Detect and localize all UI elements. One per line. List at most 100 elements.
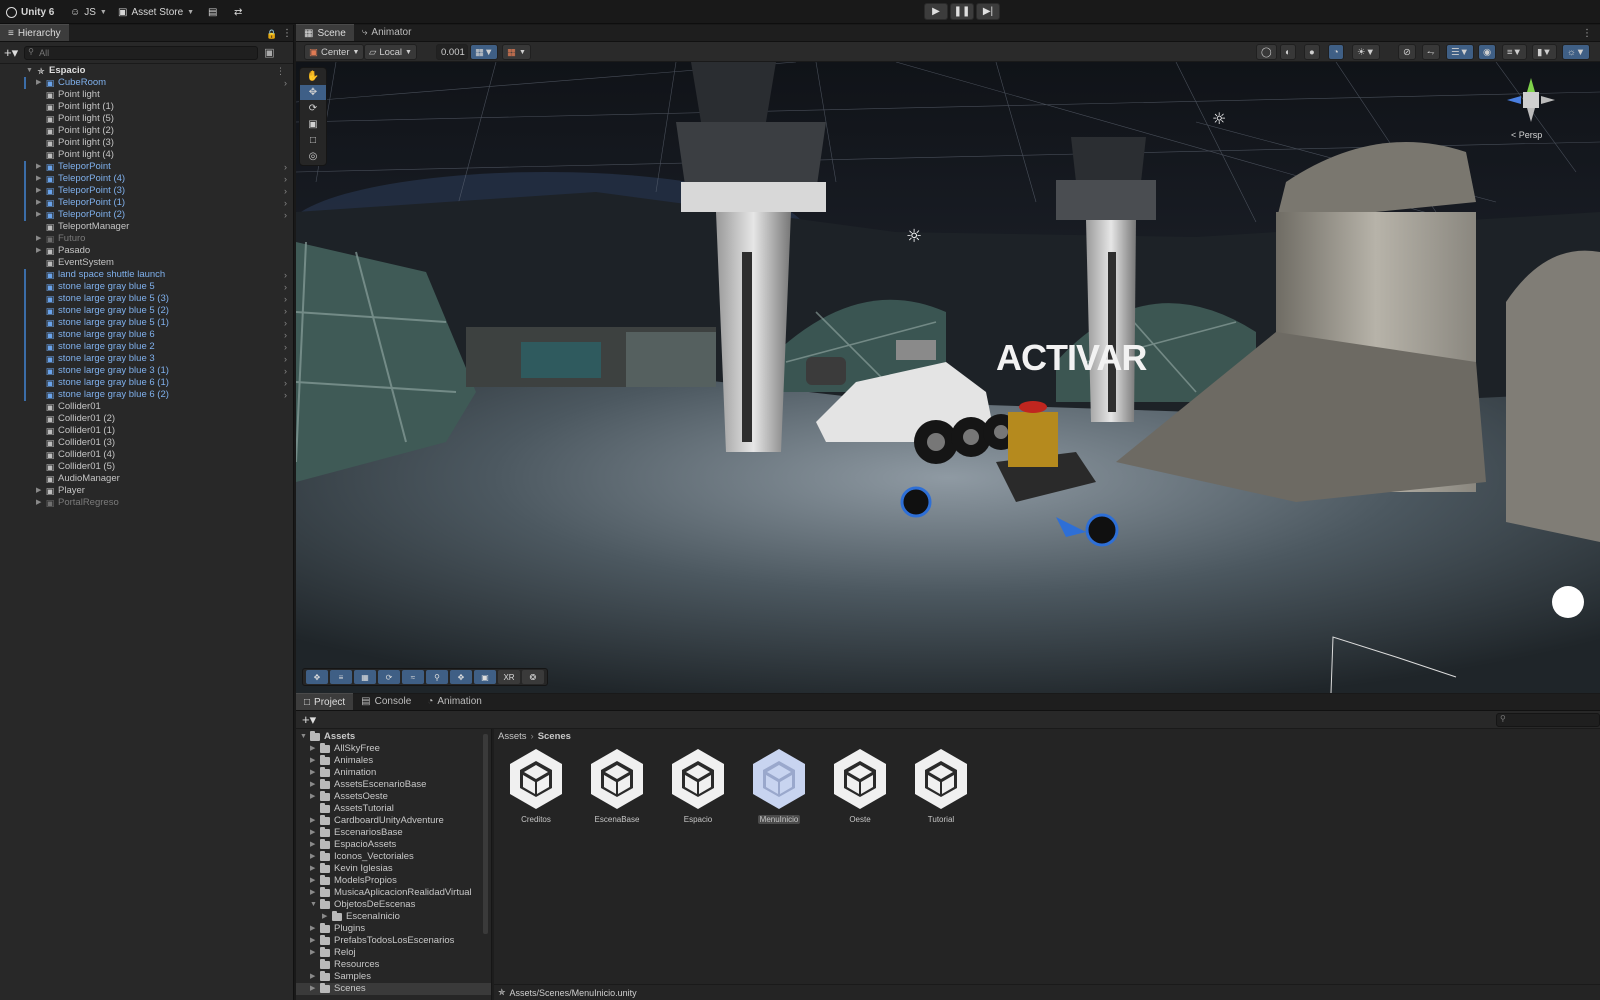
open-prefab-chevron-icon[interactable]: › [284, 77, 287, 89]
play-button[interactable]: ▶ [924, 3, 948, 20]
hand-tool[interactable]: ✋ [300, 69, 326, 84]
add-button[interactable]: +▾ [4, 45, 18, 61]
folder-row[interactable]: ▶ Iconos_Vectoriales [296, 851, 491, 863]
expand-arrow-icon[interactable]: ▶ [310, 767, 315, 779]
overlay-grid-button[interactable]: ▦ [354, 670, 376, 684]
folder-row[interactable]: ▶ Plugins [296, 923, 491, 935]
incremental-snap-toggle[interactable]: ▦ ▼ [502, 44, 531, 60]
unity-menu-button[interactable]: Unity 6 [6, 4, 54, 20]
scene-asset-tile[interactable]: Tutorial [909, 747, 973, 825]
open-prefab-chevron-icon[interactable]: › [284, 197, 287, 209]
open-prefab-chevron-icon[interactable]: › [284, 305, 287, 317]
hierarchy-item[interactable]: ▣ Point light (3) [0, 137, 293, 149]
hierarchy-item[interactable]: ▣ Point light (5) [0, 113, 293, 125]
cloud-button[interactable]: ▤ [208, 4, 217, 20]
step-button[interactable]: ▶| [976, 3, 1000, 20]
pivot-dropdown[interactable]: ▣ Center ▼ [304, 44, 365, 60]
folder-row[interactable]: ▶ MusicaAplicacionRealidadVirtual [296, 887, 491, 899]
open-prefab-chevron-icon[interactable]: › [284, 281, 287, 293]
open-prefab-chevron-icon[interactable]: › [284, 269, 287, 281]
folder-row[interactable]: AssetsTutorial [296, 803, 491, 815]
folder-row[interactable]: ▶ AssetsEscenarioBase [296, 779, 491, 791]
expand-arrow-icon[interactable]: ▼ [26, 65, 33, 77]
hierarchy-item[interactable]: ▣ stone large gray blue 5 (1) › [0, 317, 293, 329]
space-dropdown[interactable]: ▱ Local ▼ [364, 44, 417, 60]
folder-row[interactable]: ▶ EscenariosBase [296, 827, 491, 839]
folder-row[interactable]: Resources [296, 959, 491, 971]
overlay-surface-button[interactable]: ≈ [402, 670, 424, 684]
scene-asset-tile[interactable]: Oeste [828, 747, 892, 825]
hierarchy-item[interactable]: ▣ stone large gray blue 2 › [0, 341, 293, 353]
expand-arrow-icon[interactable]: ▶ [36, 197, 41, 209]
open-prefab-chevron-icon[interactable]: › [284, 353, 287, 365]
fx-dropdown[interactable]: ☰▼ [1446, 44, 1474, 60]
expand-arrow-icon[interactable]: ▶ [36, 245, 41, 257]
hierarchy-item[interactable]: ▣ AudioManager [0, 473, 293, 485]
expand-arrow-icon[interactable]: ▶ [36, 161, 41, 173]
overlay-snap-button[interactable]: ▣ [474, 670, 496, 684]
expand-arrow-icon[interactable]: ▶ [310, 947, 315, 959]
hierarchy-search-input[interactable]: ⚲ All [24, 45, 259, 60]
folder-row[interactable]: ▶ Kevin Iglesias [296, 863, 491, 875]
tab-animation[interactable]: ◔ Animation [419, 693, 490, 710]
expand-arrow-icon[interactable]: ▶ [322, 911, 327, 923]
scene-asset-tile[interactable]: Espacio [666, 747, 730, 825]
open-prefab-chevron-icon[interactable]: › [284, 185, 287, 197]
folder-row[interactable]: ▶ EspacioAssets [296, 839, 491, 851]
scene-asset-tile[interactable]: EscenaBase [585, 747, 649, 825]
expand-arrow-icon[interactable]: ▶ [310, 815, 315, 827]
expand-arrow-icon[interactable]: ▶ [36, 173, 41, 185]
scene-asset-tile[interactable]: Creditos [504, 747, 568, 825]
expand-arrow-icon[interactable]: ▶ [310, 779, 315, 791]
asset-store-dropdown[interactable]: ▣ Asset Store ▼ [118, 4, 194, 20]
hierarchy-item[interactable]: ▶ ▣ Futuro [0, 233, 293, 245]
shaded-button[interactable]: ● [1304, 44, 1320, 60]
hierarchy-item[interactable]: ▣ Point light (1) [0, 101, 293, 113]
grid-snapping-toggle[interactable]: ▦▼ [470, 44, 499, 60]
assets-root-row[interactable]: ▼ Assets [296, 731, 491, 743]
open-prefab-chevron-icon[interactable]: › [284, 341, 287, 353]
hierarchy-item[interactable]: ▣ stone large gray blue 6 (1) › [0, 377, 293, 389]
move-tool[interactable]: ✥ [300, 85, 326, 100]
hierarchy-item[interactable]: ▣ stone large gray blue 6 (2) › [0, 389, 293, 401]
hierarchy-item[interactable]: ▶ ▣ TeleporPoint (4) › [0, 173, 293, 185]
folder-row[interactable]: ▶ Reloj [296, 947, 491, 959]
breadcrumb-scenes[interactable]: Scenes [538, 731, 571, 742]
expand-arrow-icon[interactable]: ▶ [310, 743, 315, 755]
scene-asset-tile[interactable]: MenuInicio [747, 747, 811, 825]
folder-row[interactable]: ▶ PrefabsTodosLosEscenarios [296, 935, 491, 947]
audio-toggle[interactable]: ⊘ [1398, 44, 1416, 60]
folder-row[interactable]: ▶ Animation [296, 767, 491, 779]
hierarchy-item[interactable]: ▣ Point light (4) [0, 149, 293, 161]
expand-arrow-icon[interactable]: ▶ [310, 839, 315, 851]
folder-tree-scrollbar[interactable] [483, 734, 488, 934]
expand-arrow-icon[interactable]: ▶ [310, 923, 315, 935]
expand-arrow-icon[interactable]: ▶ [310, 827, 315, 839]
expand-arrow-icon[interactable]: ▶ [310, 887, 315, 899]
open-prefab-chevron-icon[interactable]: › [284, 161, 287, 173]
hierarchy-item[interactable]: ▣ Collider01 [0, 401, 293, 413]
hierarchy-item[interactable]: ▣ Collider01 (1) [0, 425, 293, 437]
lock-icon[interactable]: 🔒 [266, 29, 277, 40]
hierarchy-item[interactable]: ▶ ▣ Pasado [0, 245, 293, 257]
expand-arrow-icon[interactable]: ▶ [36, 485, 41, 497]
expand-arrow-icon[interactable]: ▶ [310, 755, 315, 767]
folder-row[interactable]: ▶ Samples [296, 971, 491, 983]
expand-arrow-icon[interactable]: ▶ [310, 935, 315, 947]
hierarchy-item[interactable]: ▣ stone large gray blue 3 › [0, 353, 293, 365]
overlay-move-button[interactable]: ✥ [306, 670, 328, 684]
kebab-menu-icon[interactable]: ⋮ [1582, 28, 1592, 39]
wireframe-shading-button[interactable]: ◐ [1280, 44, 1296, 60]
folder-row[interactable]: ▼ ObjetosDeEscenas [296, 899, 491, 911]
scene-viewport[interactable]: ☼ ☼ ACTIVAR ✋ ✥ ⟳ ▣ □ ◎ < Persp ✥ ≡ ▦ ⟳ … [296, 62, 1600, 693]
open-prefab-chevron-icon[interactable]: › [284, 293, 287, 305]
effects-toggle[interactable]: ⥊ [1422, 44, 1440, 60]
version-control-button[interactable]: ⇄ [234, 4, 242, 20]
transform-tool[interactable]: ◎ [300, 149, 326, 164]
expand-arrow-icon[interactable]: ▶ [310, 863, 315, 875]
layers-dropdown[interactable]: ≡▼ [1502, 44, 1527, 60]
create-button[interactable]: +▾ [302, 712, 316, 728]
folder-row[interactable]: ▶ Animales [296, 755, 491, 767]
expand-arrow-icon[interactable]: ▶ [36, 233, 41, 245]
expand-arrow-icon[interactable]: ▼ [310, 899, 317, 911]
